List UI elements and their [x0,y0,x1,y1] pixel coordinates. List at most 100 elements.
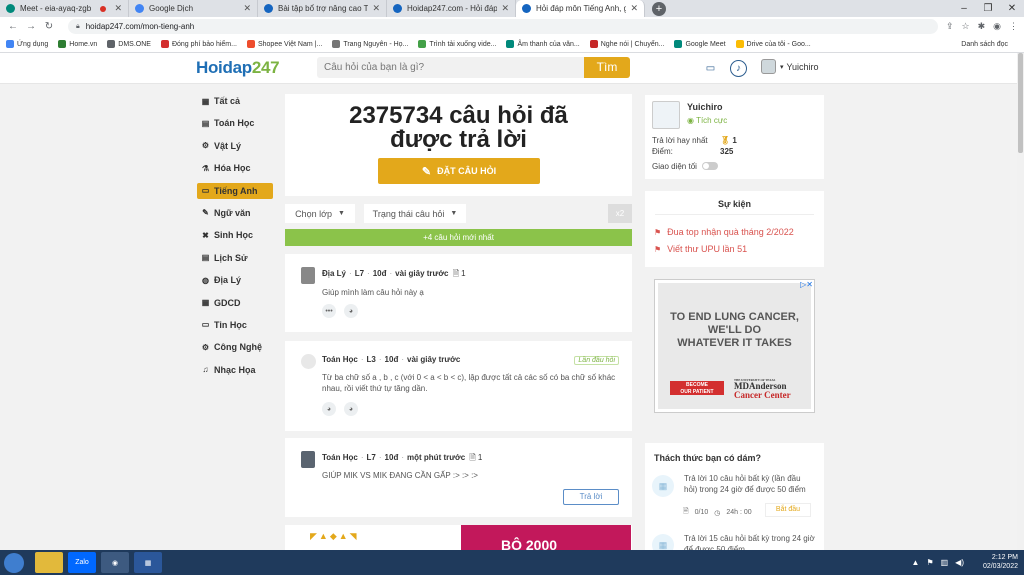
subject-icon: ▤ [201,253,210,263]
question-card[interactable]: Toán Học · L3 · 10đ · vài giây trước Lần đầu h… [285,341,632,431]
chat-icon[interactable]: ▭ [702,60,719,77]
start-challenge-button[interactable]: Bắt đầu [765,503,811,517]
avatar[interactable] [652,101,680,129]
new-questions-button[interactable]: +4 câu hỏi mới nhất [285,229,632,246]
flag-icon: ⚑ [654,244,662,254]
scrollbar-thumb[interactable] [1018,53,1023,153]
browser-tab[interactable]: Google Dịch ✕ [129,0,258,17]
star-icon[interactable]: ☆ [962,21,970,32]
class-filter-dropdown[interactable]: Chọn lớp ▼ [285,204,355,223]
close-tab-icon[interactable]: ✕ [372,3,380,14]
sidebar-item[interactable]: ✖ Sinh Học [197,227,273,243]
volume-icon[interactable]: ◀) [955,558,964,567]
bookmark-item[interactable]: Home.vn [58,40,97,48]
sidebar-item[interactable]: ▤ Toán Học [197,115,273,131]
close-window-icon[interactable]: ✕ [1000,0,1024,17]
menu-icon[interactable]: ⋮ [1009,21,1018,32]
clock[interactable]: 2:12 PM 02/03/2022 [983,553,1018,571]
question-card[interactable]: Toán Học · L7 · 10đ · một phút trước 🗎︎ 1 GIÚP … [285,438,632,517]
network-icon[interactable]: ▥ [941,558,949,567]
bookmark-item[interactable]: DMS.ONE [107,40,151,48]
sidebar-item[interactable]: ▭ Tin Học [197,317,273,333]
question-card[interactable]: Địa Lý · L7 · 10đ · vài giây trước 🗎︎ 1 Giúp mì… [285,254,632,332]
bookmark-item[interactable]: Drive của tôi - Goo... [735,40,811,48]
forward-icon[interactable]: → [24,21,38,32]
sidebar-item[interactable]: ◍ Địa Lý [197,272,273,288]
page-scrollbar[interactable] [1017,53,1024,550]
sidebar-item[interactable]: ▭ Tiếng Anh [197,182,273,199]
close-tab-icon[interactable]: ✕ [630,3,638,14]
title-line: được trả lời [390,126,527,153]
site-logo[interactable]: Hoidap247 [196,58,280,78]
site-header: Hoidap247 Câu hỏi của bạn là gì? Tìm ▭ ♪… [0,53,1024,84]
ask-question-button[interactable]: ✎ ĐẶT CÂU HỎI [378,158,540,184]
browser-tab[interactable]: Meet - eia-ayaq-zgb ✕ [0,0,129,17]
new-tab-button[interactable]: + [652,2,666,16]
bell-icon[interactable]: ♪ [730,60,747,77]
sidebar-item[interactable]: ♫ Nhạc Họa [197,362,273,378]
user-menu[interactable]: ▾ Yuichiro [761,59,819,74]
sidebar-item[interactable]: ✎ Ngữ văn [197,205,273,221]
dark-mode-toggle[interactable] [702,162,718,170]
back-icon[interactable]: ← [6,21,20,32]
profile-name[interactable]: Yuichiro [687,102,723,112]
flag-icon[interactable]: ⚑ [926,558,933,567]
sidebar-item[interactable]: ⚙ Công Nghệ [197,339,273,355]
maximize-icon[interactable]: ❐ [976,0,1000,17]
ad-line: TO END LUNG CANCER, [670,311,799,323]
event-link[interactable]: ⚑ Đua top nhận quà tháng 2/2022 [654,227,794,237]
bookmark-item[interactable]: Shopee Việt Nam |... [246,40,322,48]
question-subject[interactable]: Địa Lý [322,269,346,278]
question-subject[interactable]: Toán Học [322,355,358,364]
sidebar-item[interactable]: ▦ GDCD [197,295,273,311]
bookmark-item[interactable]: Nghe nói | Chuyển... [589,40,664,48]
first-question-badge: Lần đầu hỏi [574,356,619,365]
ad-cta-button[interactable]: BECOME OUR PATIENT [670,381,724,395]
points-multiplier-badge[interactable]: x2 [608,204,632,223]
browser-tab-active[interactable]: Hỏi đáp môn Tiếng Anh, giải bài ✕ [516,0,645,17]
bookmark-item[interactable]: Âm thanh của văn... [506,40,580,48]
status-filter-dropdown[interactable]: Trạng thái câu hỏi ▼ [364,204,466,223]
close-tab-icon[interactable]: ✕ [501,3,509,14]
close-tab-icon[interactable]: ✕ [114,3,122,14]
question-body[interactable]: GIÚP MIK VS MIK ĐANG CẦN GẤP :> :> :> [322,470,618,481]
app-icon[interactable]: ▦ [134,552,162,573]
event-link[interactable]: ⚑ Viết thư UPU lần 51 [654,244,747,254]
sidebar-item[interactable]: ⚗ Hóa Học [197,160,273,176]
share-icon[interactable]: ⇪ [946,21,954,32]
file-explorer-icon[interactable] [35,552,63,573]
sidebar-item[interactable]: ▤ Lịch Sử [197,250,273,266]
bookmark-item[interactable]: Google Meet [674,40,726,48]
ad-headline: TO END LUNG CANCER, WE'LL DO WHATEVER IT… [658,311,811,350]
zalo-icon[interactable]: Zalo [68,552,96,573]
question-body[interactable]: Giúp mình làm câu hỏi này ạ [322,287,618,298]
reply-button[interactable]: Trả lời [563,489,619,505]
bookmark-item[interactable]: Trang Nguyên - Họ... [332,40,408,48]
close-tab-icon[interactable]: ✕ [243,3,251,14]
ad-close-icon[interactable]: ▷✕ [800,280,813,289]
question-time: vài giây trước [395,269,449,278]
minimize-icon[interactable]: – [952,0,976,17]
start-button[interactable] [4,553,24,573]
browser-tab[interactable]: Hoidap247.com - Hỏi đáp online ✕ [387,0,516,17]
search-button[interactable]: Tìm [584,57,630,78]
question-subject[interactable]: Toán Học [322,453,358,462]
question-body[interactable]: Từ ba chữ số a , b , c (với 0 < a < b < … [322,372,618,394]
banner-ad[interactable]: ◤▲◆▲◥ BÔ 2000 [285,525,632,553]
header-username: Yuichiro [786,61,819,72]
reload-icon[interactable]: ↻ [42,21,56,32]
sidebar-item[interactable]: ▦ Tất cả [197,93,273,109]
profile-icon[interactable]: ◉ [993,21,1001,32]
side-ad[interactable]: TO END LUNG CANCER, WE'LL DO WHATEVER IT… [654,279,815,413]
bookmark-item[interactable]: Trình tải xuống vide... [418,40,496,48]
chevron-up-icon[interactable]: ▲ [912,558,920,567]
browser-tab[interactable]: Bài tập bổ trợ nâng cao Tiếng An ✕ [258,0,387,17]
sidebar-item[interactable]: ⚙ Vật Lý [197,138,273,154]
reading-list-button[interactable]: Danh sách đọc [961,41,1008,48]
chrome-icon[interactable]: ◉ [101,552,129,573]
bookmark-item[interactable]: Ứng dụng [6,40,48,48]
url-input[interactable]: 🔒︎ hoidap247.com/mon-tieng-anh [68,19,938,34]
bookmark-item[interactable]: Đóng phí bảo hiểm... [160,40,237,48]
search-input[interactable]: Câu hỏi của bạn là gì? [317,57,585,78]
extensions-icon[interactable]: ✱ [978,21,986,32]
